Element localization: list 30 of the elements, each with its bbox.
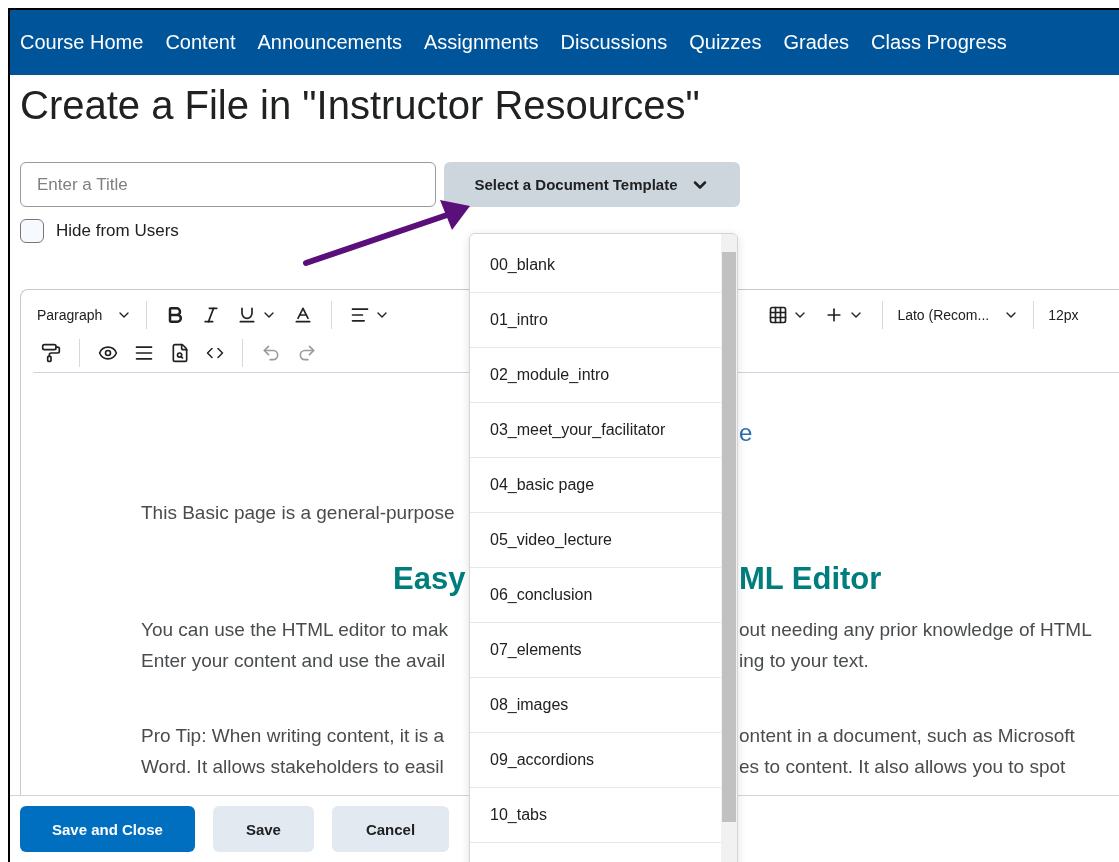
block-format-select[interactable]: Paragraph xyxy=(33,307,137,323)
footer-button[interactable]: Save xyxy=(212,806,314,852)
nav-link[interactable]: Quizzes xyxy=(689,31,773,54)
editor-text: You can use the HTML editor to mak xyxy=(141,618,448,640)
checkbox-label: Hide from Users xyxy=(56,221,179,241)
nav-link[interactable]: Class Progress xyxy=(871,31,1018,54)
font-select[interactable]: Lato (Recom... xyxy=(893,307,1024,323)
editor-text: es to content. It also allows you to spot xyxy=(739,755,1066,777)
editor-heading: ML Editor xyxy=(739,561,882,596)
nav-link[interactable]: Announcements xyxy=(257,31,413,54)
template-dropdown-button[interactable]: Select a Document Template xyxy=(444,162,740,207)
save-and-close-button[interactable]: Save and Close xyxy=(20,806,195,852)
editor-text: Enter your content and use the avail xyxy=(141,649,446,671)
editor-text: ing to your text. xyxy=(739,649,869,671)
font-size-select[interactable]: 12px xyxy=(1044,307,1083,323)
nav-link[interactable]: Assignments xyxy=(424,31,550,54)
editor-heading: Easy xyxy=(393,561,466,597)
page-title: Create a File in "Instructor Resources" xyxy=(20,83,701,128)
nav-link[interactable]: Content xyxy=(165,31,247,54)
title-field[interactable]: Enter a Title xyxy=(20,162,436,207)
editor-text: Pro Tip: When writing content, it is a xyxy=(141,724,445,746)
nav-link[interactable]: Discussions xyxy=(560,31,679,54)
editor-link[interactable]: e xyxy=(739,419,753,446)
editor-text: This Basic page is a general-purpose xyxy=(141,501,455,523)
footer-button[interactable]: Cancel xyxy=(331,806,450,852)
editor-text: Word. It allows stakeholders to easil xyxy=(141,755,444,777)
editor-text: ontent in a document, such as Microsoft xyxy=(739,724,1075,746)
nav-link[interactable]: Course Home xyxy=(20,31,155,54)
editor-text: out needing any prior knowledge of HTML xyxy=(739,618,1092,640)
nav-link[interactable]: Grades xyxy=(783,31,861,54)
